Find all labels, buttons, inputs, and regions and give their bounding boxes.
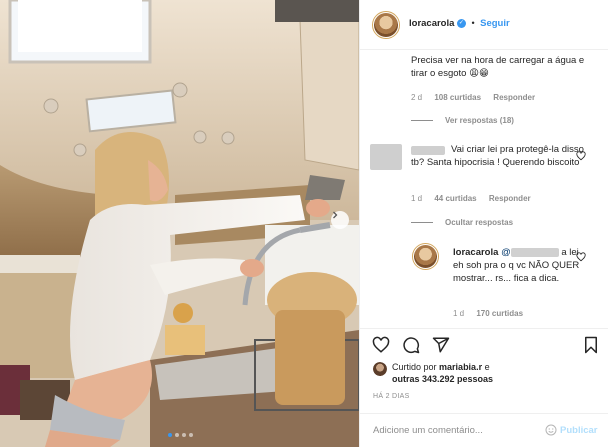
mention-prefix[interactable]: @: [501, 247, 511, 258]
comment-input[interactable]: Adicione um comentário...: [373, 425, 483, 436]
carousel-dot: [189, 433, 193, 437]
comments-list: Precisa ver na hora de carregar a água e…: [360, 50, 608, 328]
hide-replies-button[interactable]: Ocultar respostas: [411, 218, 513, 227]
liked-by-user[interactable]: mariabia.r: [439, 362, 482, 372]
view-replies-button[interactable]: Ver respostas (18): [411, 116, 514, 125]
avatar-image: [374, 13, 398, 37]
heart-icon[interactable]: [372, 336, 390, 354]
hide-replies-label: Ocultar respostas: [445, 218, 514, 227]
blurred-avatar: [370, 144, 402, 170]
reply-button[interactable]: Responder: [493, 93, 535, 102]
publish-button[interactable]: Publicar: [560, 425, 598, 436]
post-photo[interactable]: [0, 0, 359, 447]
carousel-dot: [182, 433, 186, 437]
liked-by-and: e: [484, 362, 490, 372]
separator-dot: •: [471, 18, 475, 28]
comment-meta: 1 d 44 curtidas Responder: [411, 194, 531, 203]
avatar[interactable]: [372, 11, 400, 39]
view-replies-label: Ver respostas (18): [445, 116, 514, 125]
reply-like-heart-icon[interactable]: [576, 252, 586, 262]
comment-meta: 2 d 108 curtidas Responder: [411, 93, 535, 102]
liked-by-text: Curtido por mariabia.r e outras 343.292 …: [392, 361, 493, 385]
verified-icon: ✓: [456, 19, 466, 29]
next-arrow-icon: [333, 211, 338, 219]
avatar-image: [414, 245, 437, 268]
comment-icon[interactable]: [402, 336, 420, 354]
post-actions: Curtido por mariabia.r e outras 343.292 …: [360, 328, 608, 418]
emoji-icon[interactable]: [545, 424, 557, 436]
comment-time: 2 d: [411, 93, 423, 102]
carousel-indicator: [168, 433, 193, 437]
comment-likes[interactable]: 44 curtidas: [434, 194, 476, 203]
comment-text: Vai criar lei pra protegê-la disso tb? S…: [411, 144, 584, 168]
liked-by-count[interactable]: outras 343.292 pessoas: [392, 374, 493, 384]
liked-by-prefix: Curtido por: [392, 362, 437, 372]
bookmark-icon[interactable]: [583, 336, 599, 354]
blurred-mention: [510, 247, 559, 257]
follow-button[interactable]: Seguir: [480, 18, 510, 29]
reply-time: 1 d: [453, 309, 465, 318]
post-side-panel: loracarola ✓ • Seguir Precisa ver na hor…: [359, 0, 608, 447]
carousel-dot: [168, 433, 172, 437]
post-date[interactable]: HÁ 2 DIAS: [373, 393, 410, 400]
replies-line: [411, 120, 433, 122]
reply-meta: 1 d 170 curtidas: [453, 309, 523, 318]
reply-likes[interactable]: 170 curtidas: [476, 309, 523, 318]
reply-button[interactable]: Responder: [489, 194, 531, 203]
comment-likes[interactable]: 108 curtidas: [434, 93, 481, 102]
reply-avatar[interactable]: [412, 243, 439, 270]
add-comment-bar: Adicione um comentário... Publicar: [360, 413, 608, 447]
reply-text: loracarola @ a lei eh soh pra o q vc NÃO…: [453, 246, 588, 285]
comment-time: 1 d: [411, 194, 423, 203]
reply-author[interactable]: loracarola: [453, 247, 498, 258]
post-image: [0, 0, 359, 447]
share-icon[interactable]: [432, 336, 450, 354]
avatar-image: [373, 362, 387, 376]
replies-line: [411, 222, 433, 224]
carousel-dot: [175, 433, 179, 437]
post-header: loracarola ✓ • Seguir: [360, 0, 608, 50]
comment-text: Precisa ver na hora de carregar a água e…: [411, 55, 585, 79]
liked-by-avatar[interactable]: [373, 362, 387, 376]
author-username[interactable]: loracarola: [409, 18, 454, 29]
comment-like-heart-icon[interactable]: [576, 151, 586, 161]
next-photo-button[interactable]: [331, 211, 349, 229]
